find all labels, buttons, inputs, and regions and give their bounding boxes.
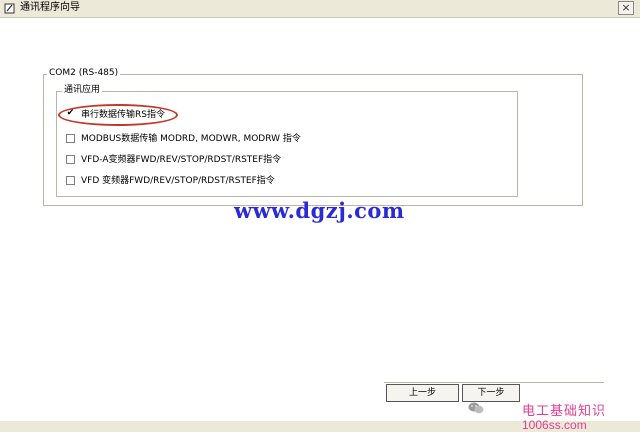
next-button[interactable]: 下一步 bbox=[462, 384, 520, 402]
option-modbus[interactable]: MODBUS数据传输 MODRD, MODWR, MODRW 指令 bbox=[66, 132, 301, 146]
close-icon: × bbox=[621, 1, 631, 14]
brand-name: 电工基础知识 bbox=[522, 404, 607, 419]
wizard-app-icon bbox=[4, 3, 15, 14]
vfd-label: VFD 变频器FWD/REV/STOP/RDST/RSTEF指令 bbox=[81, 176, 275, 186]
button-separator bbox=[384, 382, 604, 383]
option-vfd[interactable]: VFD 变频器FWD/REV/STOP/RDST/RSTEF指令 bbox=[66, 174, 275, 188]
comm-application-legend: 通讯应用 bbox=[62, 85, 103, 96]
window-title: 通讯程序向导 bbox=[20, 2, 80, 13]
modbus-label: MODBUS数据传输 MODRD, MODWR, MODRW 指令 bbox=[81, 134, 301, 144]
highlight-ring bbox=[58, 104, 178, 126]
vfd-a-label: VFD-A变频器FWD/REV/STOP/RDST/RSTEF指令 bbox=[81, 155, 282, 165]
prev-button[interactable]: 上一步 bbox=[386, 384, 459, 402]
modbus-checkbox[interactable] bbox=[66, 133, 75, 143]
option-vfd-a[interactable]: VFD-A变频器FWD/REV/STOP/RDST/RSTEF指令 bbox=[66, 153, 281, 167]
wizard-content: COM2 (RS-485) 通讯应用 ✔ 串行数据传输RS指令 MODBUS数据传… bbox=[0, 18, 640, 432]
close-button[interactable]: × bbox=[618, 1, 634, 15]
vfd-a-checkbox[interactable] bbox=[66, 154, 75, 164]
title-bar: 通讯程序向导 × bbox=[0, 0, 640, 18]
wechat-icon bbox=[468, 402, 484, 414]
vfd-checkbox[interactable] bbox=[66, 175, 75, 185]
com2-groupbox-legend: COM2 (RS-485) bbox=[47, 68, 121, 79]
brand-site: 1006ss.com bbox=[522, 418, 587, 432]
watermark-text: www.dgzj.com bbox=[234, 198, 405, 223]
